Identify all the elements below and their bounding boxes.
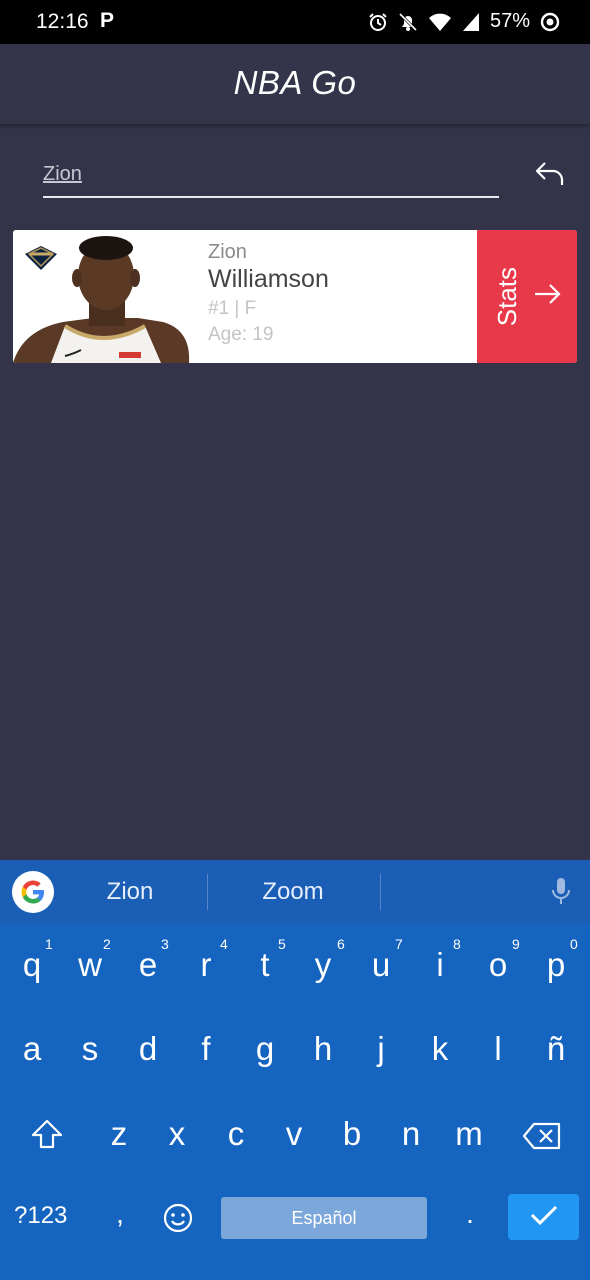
backspace-key[interactable]	[522, 1122, 562, 1155]
player-last-name: Williamson	[208, 265, 329, 293]
back-arrow-icon	[535, 161, 565, 192]
emoji-icon	[162, 1203, 194, 1238]
key-hint-5: 5	[278, 936, 286, 952]
keyboard: Zion Zoom q w e r t y u i o p 1 2 3 4 5 …	[0, 860, 590, 1280]
status-time: 12:16	[36, 10, 89, 33]
suggestion-1[interactable]: Zion	[70, 878, 190, 906]
arrow-right-icon	[533, 282, 563, 311]
key-b[interactable]: b	[324, 1115, 380, 1153]
player-first-name: Zion	[208, 241, 247, 263]
key-f[interactable]: f	[178, 1030, 234, 1068]
key-hint-3: 3	[161, 936, 169, 952]
backspace-icon	[522, 1122, 562, 1154]
key-h[interactable]: h	[295, 1030, 351, 1068]
wifi-icon	[428, 12, 452, 32]
stats-button[interactable]: Stats	[477, 230, 577, 363]
key-x[interactable]: x	[149, 1115, 205, 1153]
mic-icon[interactable]	[550, 876, 572, 911]
battery-icon	[540, 12, 560, 32]
key-g[interactable]: g	[237, 1030, 293, 1068]
shift-icon	[30, 1119, 64, 1154]
key-k[interactable]: k	[412, 1030, 468, 1068]
key-a[interactable]: a	[4, 1030, 60, 1068]
player-info: Zion Williamson #1 | F Age: 19	[208, 240, 329, 348]
key-hint-4: 4	[220, 936, 228, 952]
suggestion-divider	[207, 874, 208, 910]
bell-off-icon	[398, 12, 418, 32]
suggestion-bar: Zion Zoom	[0, 860, 590, 924]
key-hint-7: 7	[395, 936, 403, 952]
player-card[interactable]: Zion Williamson #1 | F Age: 19 Stats	[13, 230, 577, 363]
key-l[interactable]: l	[470, 1030, 526, 1068]
key-hint-6: 6	[337, 936, 345, 952]
key-hint-1: 1	[45, 936, 53, 952]
key-m[interactable]: m	[441, 1115, 497, 1153]
key-period[interactable]: .	[442, 1198, 498, 1230]
key-s[interactable]: s	[62, 1030, 118, 1068]
suggestion-2[interactable]: Zoom	[233, 878, 353, 906]
search-field[interactable]	[43, 150, 499, 198]
key-c[interactable]: c	[208, 1115, 264, 1153]
key-d[interactable]: d	[120, 1030, 176, 1068]
player-number-position: #1 | F	[208, 298, 257, 319]
key-v[interactable]: v	[266, 1115, 322, 1153]
back-button[interactable]	[530, 156, 570, 196]
alarm-icon	[368, 12, 388, 32]
key-n-tilde[interactable]: ñ	[528, 1030, 584, 1068]
search-input[interactable]	[43, 156, 499, 192]
key-j[interactable]: j	[353, 1030, 409, 1068]
app-title: NBA Go	[233, 64, 357, 101]
stats-label: Stats	[491, 266, 522, 327]
suggestion-divider	[380, 874, 381, 910]
google-icon[interactable]	[12, 871, 54, 913]
check-icon	[529, 1203, 559, 1232]
key-hint-0: 0	[570, 936, 578, 952]
team-logo	[23, 244, 59, 277]
status-app-icon: P	[100, 9, 115, 32]
key-n[interactable]: n	[383, 1115, 439, 1153]
key-z[interactable]: z	[91, 1115, 147, 1153]
player-photo	[13, 230, 203, 363]
key-hint-9: 9	[512, 936, 520, 952]
battery-percent: 57%	[489, 10, 530, 32]
key-hint-2: 2	[103, 936, 111, 952]
symbols-key[interactable]: ?123	[14, 1202, 67, 1230]
enter-key[interactable]	[508, 1194, 579, 1240]
player-age: Age: 19	[208, 324, 274, 345]
app-bar: NBA Go	[0, 44, 590, 124]
shift-key[interactable]	[30, 1118, 64, 1155]
space-key-label: Español	[291, 1207, 357, 1228]
status-bar: 12:16 P 57%	[0, 0, 590, 44]
key-comma[interactable]: ,	[92, 1198, 148, 1230]
status-icons: 57%	[368, 10, 560, 33]
emoji-key[interactable]	[162, 1202, 194, 1239]
space-key[interactable]: Español	[221, 1197, 427, 1239]
signal-icon	[462, 12, 480, 32]
key-hint-8: 8	[453, 936, 461, 952]
